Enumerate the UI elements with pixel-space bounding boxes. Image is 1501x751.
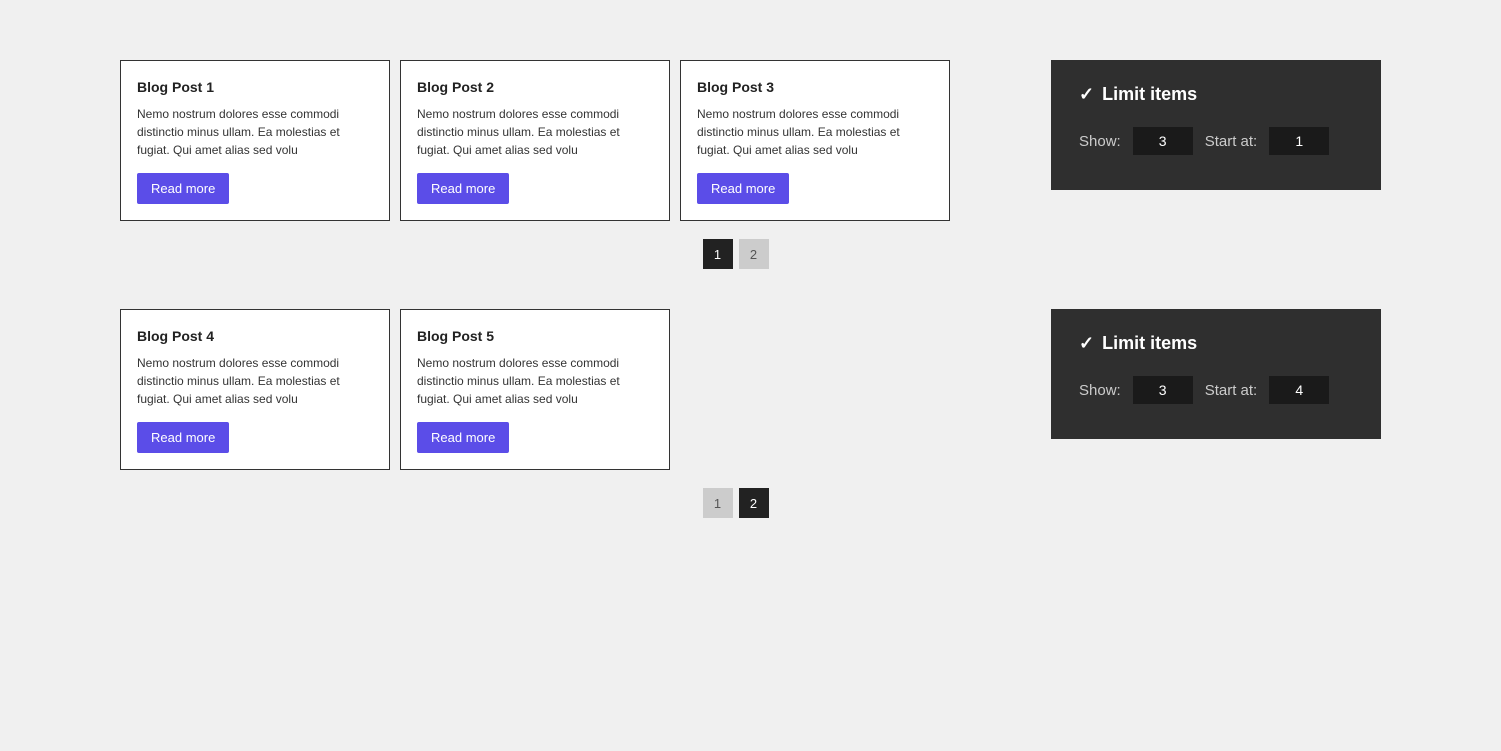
pagination-1: 1 2 xyxy=(90,239,1381,269)
blog-card-2: Blog Post 2 Nemo nostrum dolores esse co… xyxy=(400,60,670,221)
blog-card-4-title: Blog Post 4 xyxy=(137,328,373,344)
read-more-button-4[interactable]: Read more xyxy=(137,422,229,453)
blog-card-1-title: Blog Post 1 xyxy=(137,79,373,95)
page-btn-1-2[interactable]: 2 xyxy=(739,239,769,269)
section-2: Blog Post 4 Nemo nostrum dolores esse co… xyxy=(120,309,1381,518)
blog-card-4: Blog Post 4 Nemo nostrum dolores esse co… xyxy=(120,309,390,470)
section-1: Blog Post 1 Nemo nostrum dolores esse co… xyxy=(120,60,1381,269)
check-icon-2: ✓ xyxy=(1079,333,1094,354)
page-btn-2-1[interactable]: 1 xyxy=(703,488,733,518)
section-2-row: Blog Post 4 Nemo nostrum dolores esse co… xyxy=(120,309,1381,470)
sidebar-controls-2: Show: Start at: xyxy=(1079,376,1353,404)
read-more-button-2[interactable]: Read more xyxy=(417,173,509,204)
sidebar-panel-2: ✓ Limit items Show: Start at: xyxy=(1051,309,1381,439)
blog-card-4-excerpt: Nemo nostrum dolores esse commodi distin… xyxy=(137,354,373,408)
blog-card-3-title: Blog Post 3 xyxy=(697,79,933,95)
blog-card-5-excerpt: Nemo nostrum dolores esse commodi distin… xyxy=(417,354,653,408)
show-input-1[interactable] xyxy=(1133,127,1193,155)
start-input-1[interactable] xyxy=(1269,127,1329,155)
page-btn-1-1[interactable]: 1 xyxy=(703,239,733,269)
blog-card-2-title: Blog Post 2 xyxy=(417,79,653,95)
read-more-button-5[interactable]: Read more xyxy=(417,422,509,453)
page-wrapper: Blog Post 1 Nemo nostrum dolores esse co… xyxy=(0,0,1501,618)
read-more-button-1[interactable]: Read more xyxy=(137,173,229,204)
blog-card-3-excerpt: Nemo nostrum dolores esse commodi distin… xyxy=(697,105,933,159)
blog-card-5-title: Blog Post 5 xyxy=(417,328,653,344)
sidebar-panel-1-title: ✓ Limit items xyxy=(1079,84,1353,105)
pagination-2: 1 2 xyxy=(90,488,1381,518)
blog-card-1-excerpt: Nemo nostrum dolores esse commodi distin… xyxy=(137,105,373,159)
sidebar-panel-2-title: ✓ Limit items xyxy=(1079,333,1353,354)
blog-card-3: Blog Post 3 Nemo nostrum dolores esse co… xyxy=(680,60,950,221)
section-1-row: Blog Post 1 Nemo nostrum dolores esse co… xyxy=(120,60,1381,221)
sidebar-controls-1: Show: Start at: xyxy=(1079,127,1353,155)
cards-area-2: Blog Post 4 Nemo nostrum dolores esse co… xyxy=(120,309,991,470)
sidebar-panel-1: ✓ Limit items Show: Start at: xyxy=(1051,60,1381,190)
blog-card-1: Blog Post 1 Nemo nostrum dolores esse co… xyxy=(120,60,390,221)
show-label-2: Show: xyxy=(1079,382,1121,399)
page-btn-2-2[interactable]: 2 xyxy=(739,488,769,518)
start-label-1: Start at: xyxy=(1205,133,1258,150)
blog-card-5: Blog Post 5 Nemo nostrum dolores esse co… xyxy=(400,309,670,470)
show-label-1: Show: xyxy=(1079,133,1121,150)
start-input-2[interactable] xyxy=(1269,376,1329,404)
check-icon-1: ✓ xyxy=(1079,84,1094,105)
blog-card-2-excerpt: Nemo nostrum dolores esse commodi distin… xyxy=(417,105,653,159)
start-label-2: Start at: xyxy=(1205,382,1258,399)
read-more-button-3[interactable]: Read more xyxy=(697,173,789,204)
show-input-2[interactable] xyxy=(1133,376,1193,404)
cards-area-1: Blog Post 1 Nemo nostrum dolores esse co… xyxy=(120,60,991,221)
